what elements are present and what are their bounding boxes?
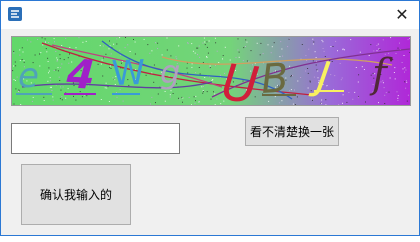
refresh-captcha-label: 看不清楚换一张 [249,125,334,139]
dialog-window: ✕ e4WgUBJf 看不清楚换一张 确认我输入的 [0,0,420,236]
confirm-label: 确认我输入的 [39,188,112,202]
captcha-char: W [111,53,146,94]
background-window-strip [0,236,420,242]
confirm-button[interactable]: 确认我输入的 [21,164,131,225]
title-bar[interactable]: ✕ [1,1,419,29]
app-logo-icon [7,6,23,22]
captcha-char: g [160,53,180,91]
refresh-captcha-button[interactable]: 看不清楚换一张 [245,117,339,146]
captcha-char: 4 [64,51,96,99]
captcha-char: U [219,53,261,105]
close-icon: ✕ [395,5,409,24]
close-button[interactable]: ✕ [391,4,413,26]
captcha-svg: e 4 Wg UB Jf [12,37,410,105]
captcha-image[interactable]: e4WgUBJf [11,36,411,106]
captcha-input[interactable] [11,123,180,154]
captcha-char: e [18,56,39,96]
